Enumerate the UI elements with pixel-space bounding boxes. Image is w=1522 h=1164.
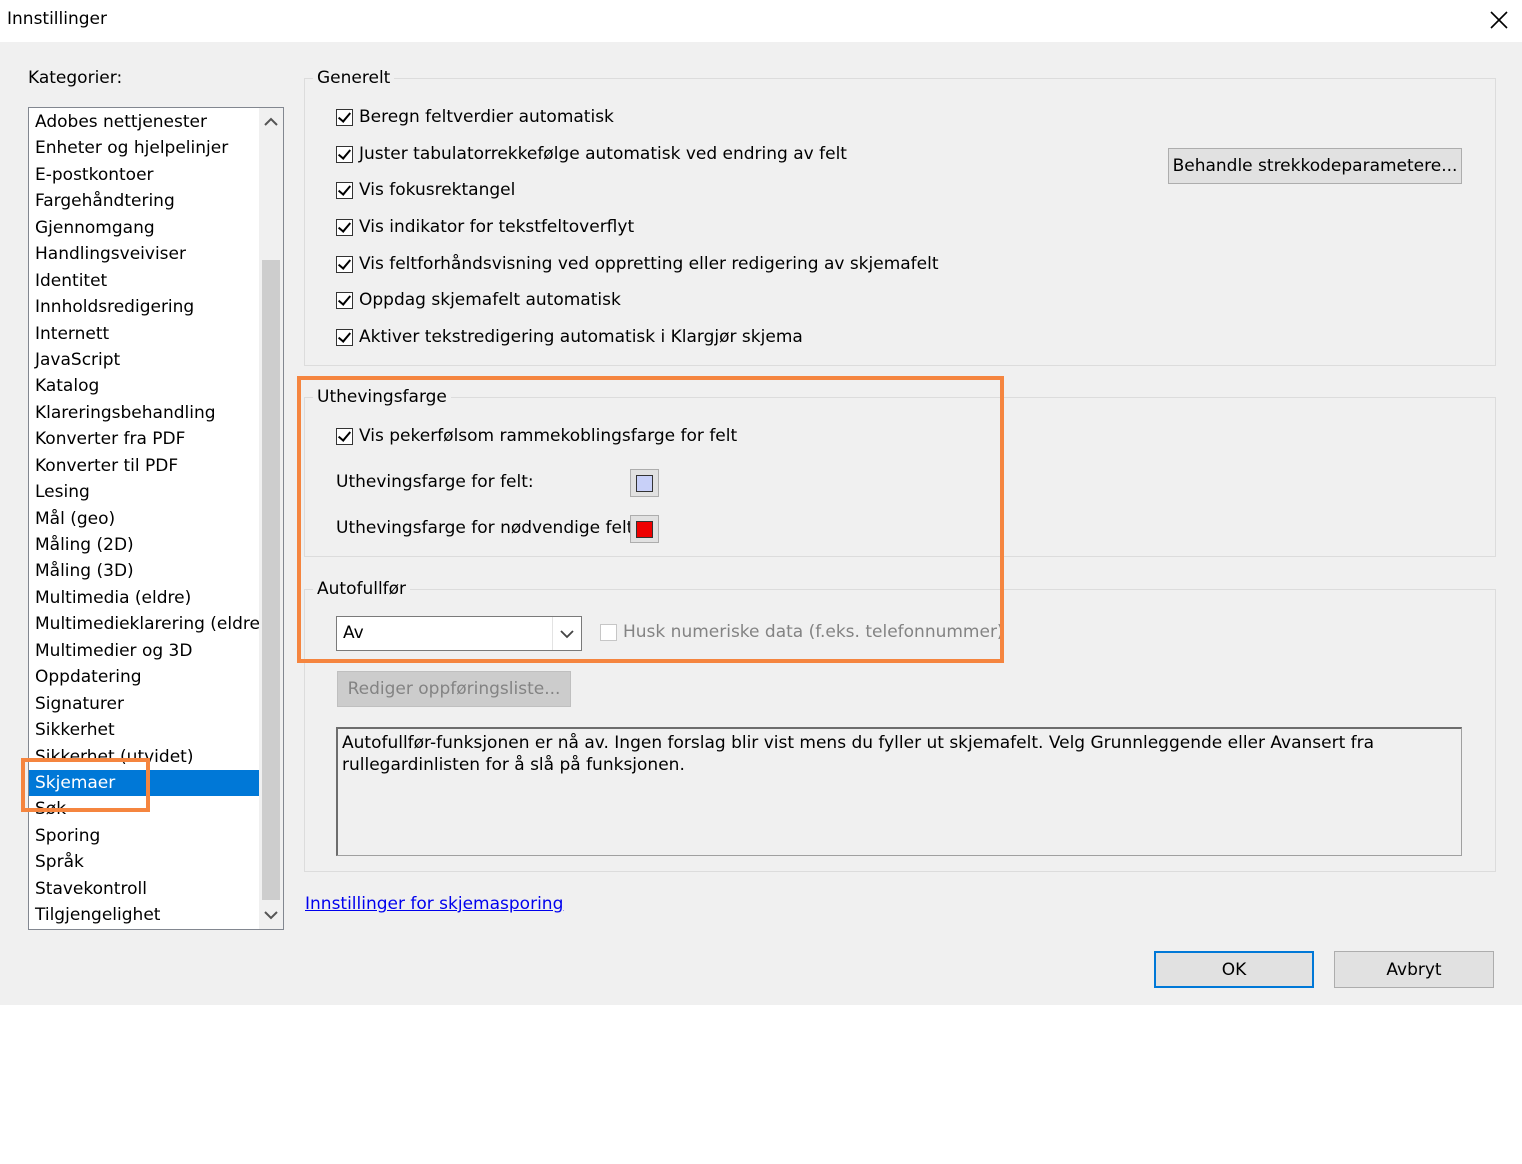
- category-item[interactable]: JavaScript: [29, 347, 259, 373]
- category-item[interactable]: Adobes nettjenester: [29, 109, 259, 135]
- checkbox-label: Beregn feltverdier automatisk: [359, 107, 614, 127]
- category-item[interactable]: Søk: [29, 796, 259, 822]
- general-checkbox-0[interactable]: Beregn feltverdier automatisk: [336, 107, 614, 127]
- checkbox-label: Aktiver tekstredigering automatisk i Kla…: [359, 327, 803, 347]
- color-swatch: [636, 474, 653, 492]
- title-bar: Innstillinger: [0, 0, 1522, 42]
- edit-entry-list-button[interactable]: Rediger oppføringsliste...: [337, 671, 571, 707]
- category-item[interactable]: Sikkerhet (utvidet): [29, 744, 259, 770]
- checkbox-label: Vis feltforhåndsvisning ved oppretting e…: [359, 254, 939, 274]
- category-item[interactable]: Konverter fra PDF: [29, 426, 259, 452]
- select-arrow[interactable]: [552, 617, 581, 650]
- chevron-down-icon: [264, 911, 278, 920]
- general-group-title: Generelt: [313, 68, 395, 88]
- checkbox-label: Vis pekerfølsom rammekoblingsfarge for f…: [359, 426, 738, 446]
- category-item[interactable]: Konverter til PDF: [29, 453, 259, 479]
- general-checkbox-6[interactable]: Aktiver tekstredigering automatisk i Kla…: [336, 327, 803, 347]
- checkbox-label: Vis fokusrektangel: [359, 180, 516, 200]
- categories-scrollbar[interactable]: [259, 108, 283, 929]
- highlight-group-title: Uthevingsfarge: [313, 387, 451, 407]
- checkbox[interactable]: [336, 108, 353, 126]
- required-highlight-color-picker[interactable]: [630, 515, 659, 543]
- category-item[interactable]: Signaturer: [29, 691, 259, 717]
- category-item[interactable]: E-postkontoer: [29, 162, 259, 188]
- hover-highlight-checkbox-row[interactable]: Vis pekerfølsom rammekoblingsfarge for f…: [336, 426, 737, 446]
- category-item[interactable]: Stavekontroll: [29, 876, 259, 902]
- scroll-down-button[interactable]: [259, 901, 283, 929]
- checkbox-label: Vis indikator for tekstfeltoverflyt: [359, 217, 635, 237]
- checkbox[interactable]: [600, 623, 617, 641]
- checkbox-label: Juster tabulatorrekkefølge automatisk ve…: [359, 144, 847, 164]
- category-item[interactable]: Multimedier og 3D: [29, 638, 259, 664]
- autocomplete-group-title: Autofullfør: [313, 579, 411, 599]
- general-checkbox-2[interactable]: Vis fokusrektangel: [336, 180, 515, 200]
- category-item[interactable]: Sikkerhet: [29, 717, 259, 743]
- checkbox[interactable]: [336, 328, 353, 346]
- checkbox[interactable]: [336, 291, 353, 309]
- checkbox[interactable]: [336, 255, 353, 273]
- category-item[interactable]: Innholdsredigering: [29, 294, 259, 320]
- categories-list[interactable]: Adobes nettjenester Enheter og hjelpelinj…: [28, 107, 284, 930]
- field-highlight-color-picker[interactable]: [630, 469, 659, 497]
- general-checkbox-1[interactable]: Juster tabulatorrekkefølge automatisk ve…: [336, 144, 847, 164]
- close-button[interactable]: [1476, 0, 1522, 40]
- required-highlight-color-label: Uthevingsfarge for nødvendige felt:: [336, 518, 640, 538]
- categories-items: Adobes nettjenester Enheter og hjelpelinj…: [29, 109, 267, 929]
- form-tracking-settings-link[interactable]: Innstillinger for skjemasporing: [305, 894, 563, 914]
- autocomplete-select[interactable]: Av: [336, 616, 582, 651]
- category-item[interactable]: Oppdatering: [29, 664, 259, 690]
- close-icon: [1490, 11, 1508, 29]
- barcode-parameters-button[interactable]: Behandle strekkodeparametere...: [1168, 148, 1462, 184]
- select-value: Av: [343, 623, 364, 643]
- chevron-down-icon: [560, 629, 574, 638]
- scroll-thumb[interactable]: [262, 260, 280, 900]
- checkbox[interactable]: [336, 145, 353, 163]
- category-item[interactable]: Fargehåndtering: [29, 188, 259, 214]
- category-item[interactable]: Skjemaer: [29, 769, 259, 797]
- color-swatch: [636, 520, 653, 538]
- category-item[interactable]: Klareringsbehandling: [29, 400, 259, 426]
- category-item[interactable]: Handlingsveiviser: [29, 241, 259, 267]
- preferences-dialog: Innstillinger Kategorier: Adobes nettjen…: [0, 0, 1522, 1005]
- checkbox[interactable]: [336, 218, 353, 236]
- category-item[interactable]: Katalog: [29, 373, 259, 399]
- category-item[interactable]: Multimedieklarering (eldre): [29, 611, 267, 637]
- remember-numeric-checkbox-row[interactable]: Husk numeriske data (f.eks. telefonnumme…: [600, 622, 1004, 642]
- category-item[interactable]: Enheter og hjelpelinjer: [29, 135, 259, 161]
- category-item[interactable]: Sporing: [29, 823, 259, 849]
- general-checkbox-5[interactable]: Oppdag skjemafelt automatisk: [336, 290, 621, 310]
- autocomplete-info-text: Autofullfør-funksjonen er nå av. Ingen f…: [336, 727, 1462, 856]
- general-checkbox-4[interactable]: Vis feltforhåndsvisning ved oppretting e…: [336, 254, 939, 274]
- cancel-button[interactable]: Avbryt: [1334, 951, 1494, 988]
- category-item[interactable]: Mål (geo): [29, 506, 259, 532]
- window-title: Innstillinger: [7, 9, 107, 29]
- checkbox[interactable]: [336, 181, 353, 199]
- chevron-up-icon: [264, 117, 278, 126]
- category-item[interactable]: Identitet: [29, 268, 259, 294]
- category-item[interactable]: Internett: [29, 321, 259, 347]
- category-item[interactable]: Lesing: [29, 479, 259, 505]
- categories-label: Kategorier:: [28, 68, 123, 88]
- field-highlight-color-label: Uthevingsfarge for felt:: [336, 472, 534, 492]
- category-item[interactable]: Tilgjengelighet: [29, 902, 259, 928]
- checkbox-label: Oppdag skjemafelt automatisk: [359, 290, 621, 310]
- category-item[interactable]: Måling (2D): [29, 532, 259, 558]
- checkbox[interactable]: [336, 427, 353, 445]
- category-item[interactable]: Måling (3D): [29, 558, 259, 584]
- category-item[interactable]: Gjennomgang: [29, 215, 259, 241]
- category-item[interactable]: Språk: [29, 849, 259, 875]
- category-item[interactable]: Multimedia (eldre): [29, 585, 259, 611]
- general-checkbox-3[interactable]: Vis indikator for tekstfeltoverflyt: [336, 217, 634, 237]
- scroll-up-button[interactable]: [259, 108, 283, 136]
- checkbox-label: Husk numeriske data (f.eks. telefonnumme…: [623, 622, 1004, 642]
- ok-button[interactable]: OK: [1154, 951, 1314, 988]
